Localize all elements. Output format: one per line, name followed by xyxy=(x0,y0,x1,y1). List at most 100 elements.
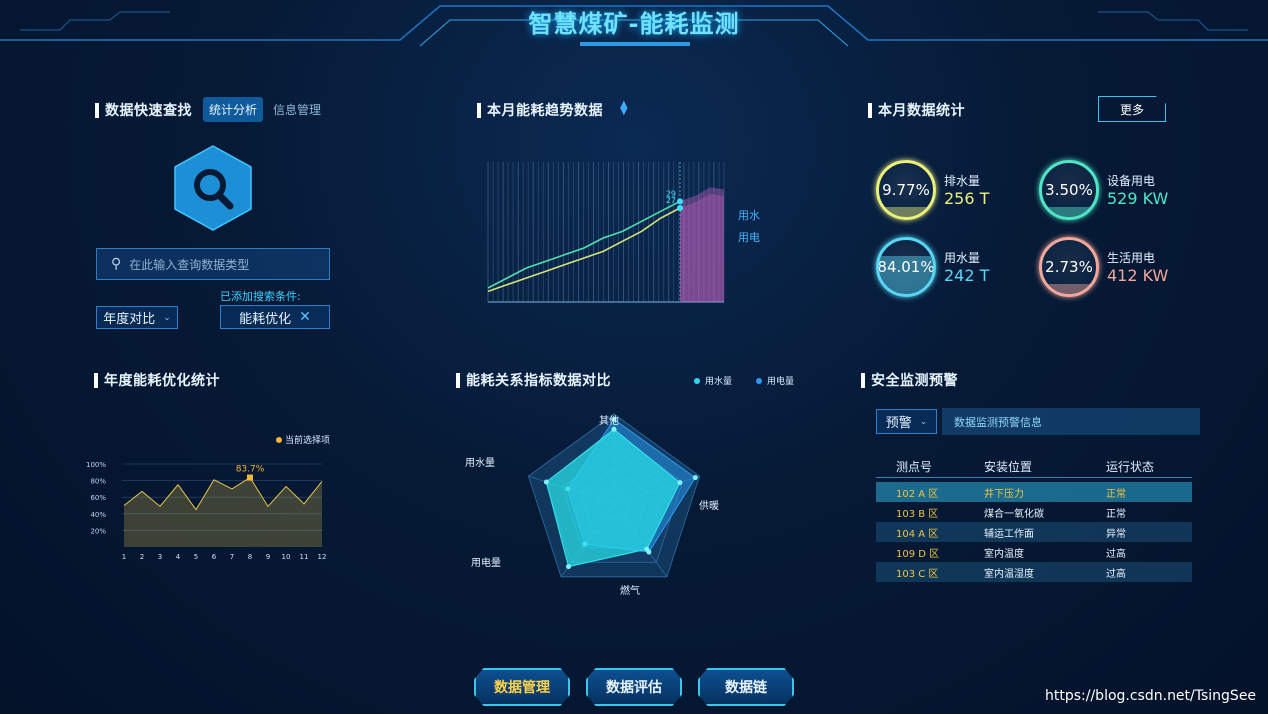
stat-value: 256 T xyxy=(944,189,990,208)
y-tick-label: 100% xyxy=(86,461,106,469)
legend-item-electric: 用电量 xyxy=(756,374,794,387)
row-cell-status: 正常 xyxy=(1106,508,1126,520)
stat-card: 84.01% 用水量 242 T xyxy=(876,237,989,297)
legend-dot xyxy=(694,377,700,384)
yearly-legend: 当前选择项 xyxy=(276,433,330,446)
search-hex-icon[interactable] xyxy=(172,144,254,232)
trend-series-line xyxy=(487,207,681,293)
y-tick-label: 40% xyxy=(90,511,106,519)
legend-dot xyxy=(276,436,282,443)
x-tick-label: 9 xyxy=(266,553,270,561)
chevron-down-icon: ⌄ xyxy=(919,416,928,427)
row-cell-id: 109 D 区 xyxy=(896,548,940,560)
row-cell-status: 异常 xyxy=(1106,528,1126,540)
condition-tag[interactable]: 能耗优化 ✕ xyxy=(220,305,330,329)
stat-card: 9.77% 排水量 256 T xyxy=(876,160,989,220)
row-cell-id: 103 B 区 xyxy=(896,508,939,520)
yearly-area xyxy=(124,477,322,547)
x-tick-label: 8 xyxy=(248,553,252,561)
title-bar xyxy=(868,102,872,118)
table-row[interactable]: 103 B 区 煤合一氧化碳 正常 xyxy=(876,502,1192,522)
sort-toggle-icon[interactable]: ▲ ▼ xyxy=(620,100,628,117)
yearly-panel-title: 年度能耗优化统计 xyxy=(94,370,220,390)
year-compare-select[interactable]: 年度对比 ⌄ xyxy=(96,306,178,329)
more-button[interactable]: 更多 xyxy=(1098,96,1166,122)
stat-value: 242 T xyxy=(944,266,990,285)
x-tick-label: 10 xyxy=(282,553,291,561)
trend-series-label: 用水 xyxy=(738,209,760,222)
title-bar xyxy=(861,372,865,388)
x-tick-label: 11 xyxy=(300,553,309,561)
title-bar xyxy=(94,372,98,388)
stat-text: 生活用电 412 KW xyxy=(1107,249,1168,285)
search-icon: ⚲ xyxy=(111,256,122,272)
stat-card: 2.73% 生活用电 412 KW xyxy=(1039,237,1168,297)
table-row[interactable]: 102 A 区 井下压力 正常 xyxy=(876,482,1192,502)
safety-rows: 102 A 区井下压力 正常 103 B 区 煤合一氧化碳 正常 104 A 区辅运工作面… xyxy=(876,482,1192,582)
highlight-point xyxy=(247,474,253,481)
stat-ring: 84.01% xyxy=(876,237,936,297)
added-conditions-label: 已添加搜索条件: xyxy=(220,290,301,303)
header-cell: 运行状态 xyxy=(1106,460,1155,474)
x-tick-label: 1 xyxy=(122,553,126,561)
stat-label: 排水量 xyxy=(944,174,981,188)
row-cell-location: 煤合一氧化碳 xyxy=(984,508,1044,520)
search-input[interactable]: ⚲ 在此输入查询数据类型 xyxy=(96,248,330,280)
trend-panel-title: 本月能耗趋势数据 xyxy=(477,100,603,120)
stats-panel-title-text: 本月数据统计 xyxy=(878,103,965,119)
stat-ring: 9.77% xyxy=(876,160,936,220)
more-button-label: 更多 xyxy=(1119,102,1144,117)
table-row[interactable]: 104 A 区 辅运工作面 异常 xyxy=(876,522,1192,542)
row-cell-status: 过高 xyxy=(1106,548,1126,560)
radar-point xyxy=(566,564,572,570)
header-cell: 安装位置 xyxy=(984,460,1033,474)
data-management-button[interactable]: 数据管理 xyxy=(474,668,570,706)
stat-ring-wave xyxy=(1042,284,1096,294)
alert-info-bar: 数据监测预警信息 xyxy=(942,408,1200,435)
header-cell: 测点号 xyxy=(896,460,933,474)
yearly-chart: 20%40%60%80%100%1 2 3 4 5 6 7 8 9 10 11 1283.7% xyxy=(86,461,326,561)
stat-percent: 2.73% xyxy=(1045,258,1093,276)
stat-label: 用水量 xyxy=(944,251,981,265)
data-evaluation-button[interactable]: 数据评估 xyxy=(586,668,682,706)
stat-text: 设备用电 529 KW xyxy=(1107,172,1168,208)
radar-axis-label: 燃气 xyxy=(620,584,640,597)
row-cell-location: 室内温度 xyxy=(984,548,1024,560)
data-chain-button[interactable]: 数据链 xyxy=(698,668,794,706)
table-row[interactable]: 109 D 区 室内温度 过高 xyxy=(876,542,1192,562)
stat-ring: 2.73% xyxy=(1039,237,1099,297)
row-cell-status: 过高 xyxy=(1106,568,1126,580)
x-tick-label: 6 xyxy=(212,553,217,561)
row-cell-id: 103 C 区 xyxy=(896,568,939,580)
stat-card: 3.50% 设备用电 529 KW xyxy=(1039,160,1168,220)
table-row[interactable]: 103 C 区 室内温湿度 过高 xyxy=(876,562,1192,582)
condition-tag-label: 能耗优化 xyxy=(239,311,292,327)
yearly-panel-title-text: 年度能耗优化统计 xyxy=(104,373,220,389)
safety-panel-title: 安全监测预警 xyxy=(861,370,958,390)
stat-label: 生活用电 xyxy=(1107,251,1156,265)
x-tick-label: 7 xyxy=(230,553,234,561)
row-cell-status: 正常 xyxy=(1106,488,1126,500)
radar-point xyxy=(611,426,617,432)
close-icon[interactable]: ✕ xyxy=(299,309,311,325)
legend-label-water: 用水量 xyxy=(705,377,733,387)
tab-info-management[interactable]: 信息管理 xyxy=(267,97,327,122)
tab-statistics[interactable]: 统计分析 xyxy=(203,97,264,122)
relation-panel-title-text: 能耗关系指标数据对比 xyxy=(466,373,611,389)
data-evaluation-label: 数据评估 xyxy=(606,680,662,696)
legend-dot xyxy=(756,377,763,384)
legend-label-electric: 用电量 xyxy=(767,377,795,387)
x-tick-label: 2 xyxy=(140,553,144,561)
y-tick-label: 80% xyxy=(90,478,106,486)
title-bar xyxy=(477,102,481,118)
alert-select[interactable]: 预警 ⌄ xyxy=(876,409,937,434)
yearly-legend-label: 当前选择项 xyxy=(285,436,331,446)
trend-end-point xyxy=(677,198,683,205)
row-cell-location: 室内温湿度 xyxy=(984,568,1034,580)
data-management-label: 数据管理 xyxy=(494,680,550,696)
highlight-label: 83.7% xyxy=(236,465,265,475)
alert-select-value: 预警 xyxy=(885,416,912,431)
stat-percent: 84.01% xyxy=(877,258,935,276)
search-placeholder: 在此输入查询数据类型 xyxy=(129,257,250,272)
radar-chart: 其他供暖燃气 用电量 用水量 xyxy=(465,413,719,597)
